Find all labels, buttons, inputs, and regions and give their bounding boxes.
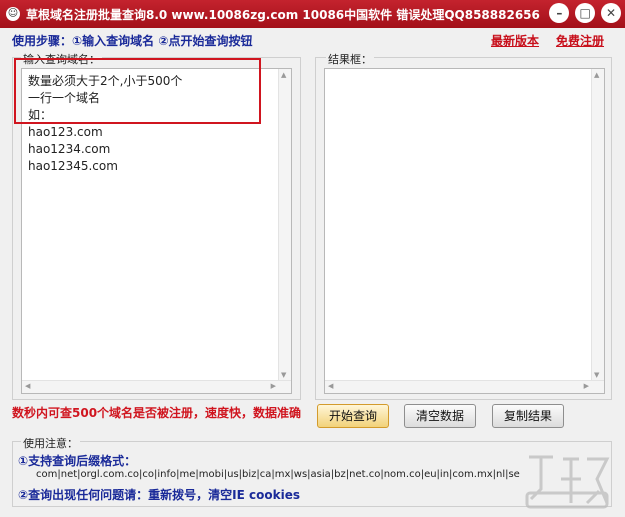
result-group: 结果框： ▲ ▼ ◀ ▶ (315, 51, 612, 400)
input-horizontal-scrollbar[interactable]: ◀ ▶ (22, 380, 291, 393)
promo-text: 数秒内可查500个域名是否被注册，速度快，数据准确 (12, 406, 302, 420)
scroll-down-icon[interactable]: ▼ (281, 371, 286, 379)
title-bar: ☺ 草根域名注册批量查询8.0 www.10086zg.com 10086中国软… (0, 0, 625, 28)
input-line: hao1234.com (28, 142, 111, 156)
watermark-logo (525, 455, 610, 509)
highlight-box (14, 58, 261, 124)
scroll-down-icon[interactable]: ▼ (594, 371, 599, 379)
app-icon: ☺ (6, 7, 20, 21)
clear-data-button[interactable]: 清空数据 (404, 404, 476, 428)
scroll-right-icon[interactable]: ▶ (584, 382, 589, 390)
usage-steps: 使用步骤：①输入查询域名 ②点开始查询按钮 (12, 34, 253, 48)
suffix-list: com|net|orgl.com.co|co|info|me|mobi|us|b… (36, 469, 520, 480)
input-line: hao12345.com (28, 159, 118, 173)
copy-result-button[interactable]: 复制结果 (492, 404, 564, 428)
minimize-icon[interactable]: – (549, 3, 570, 23)
notes-group-label: 使用注意： (21, 435, 80, 451)
free-register-link[interactable]: 免费注册 (556, 32, 604, 49)
scroll-left-icon[interactable]: ◀ (328, 382, 333, 390)
scroll-left-icon[interactable]: ◀ (25, 382, 30, 390)
scroll-up-icon[interactable]: ▲ (594, 71, 599, 79)
scroll-up-icon[interactable]: ▲ (281, 71, 286, 79)
start-query-button[interactable]: 开始查询 (317, 404, 389, 428)
result-group-label: 结果框： (326, 51, 374, 67)
input-line: hao123.com (28, 125, 103, 139)
maximize-icon[interactable]: □ (575, 3, 596, 23)
result-box[interactable]: ▲ ▼ ◀ ▶ (324, 68, 605, 394)
window-controls: – □ ✕ (547, 3, 621, 23)
notes-item-2: ②查询出现任何问题请：重新拨号，清空IE cookies (18, 488, 300, 502)
scroll-right-icon[interactable]: ▶ (271, 382, 276, 390)
close-icon[interactable]: ✕ (601, 3, 621, 23)
input-vertical-scrollbar[interactable]: ▲ ▼ (278, 69, 291, 381)
result-vertical-scrollbar[interactable]: ▲ ▼ (591, 69, 604, 381)
notes-item-1: ①支持查询后缀格式： (18, 454, 137, 468)
result-horizontal-scrollbar[interactable]: ◀ ▶ (325, 380, 604, 393)
latest-version-link[interactable]: 最新版本 (491, 32, 539, 49)
window-title: 草根域名注册批量查询8.0 www.10086zg.com 10086中国软件 … (26, 8, 540, 22)
